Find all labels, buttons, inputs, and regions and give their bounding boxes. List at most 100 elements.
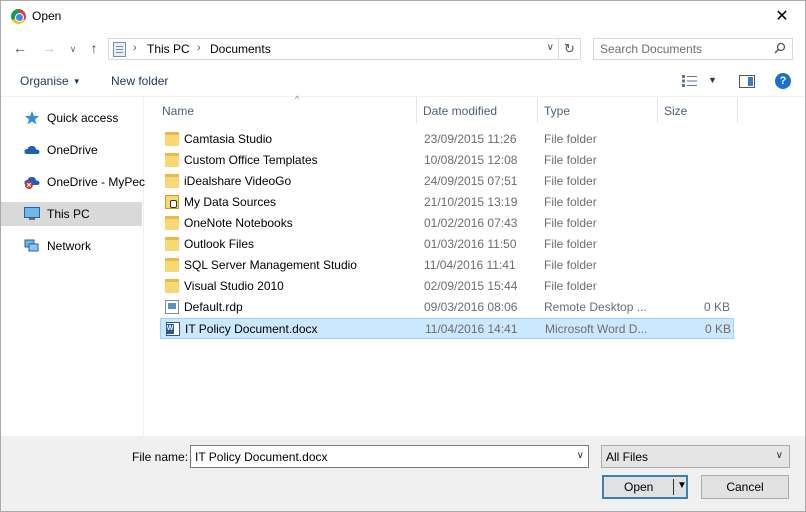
file-type: File folder	[544, 258, 597, 272]
data-sources-icon	[165, 195, 179, 209]
sidebar-item-label: This PC	[47, 207, 90, 221]
folder-icon	[165, 216, 179, 230]
cloud-icon	[24, 145, 40, 154]
file-date: 01/03/2016 11:50	[424, 237, 517, 251]
file-date: 09/03/2016 08:06	[424, 300, 518, 314]
file-type-filter-select[interactable]: All Files ∨	[601, 445, 790, 468]
table-row[interactable]: Visual Studio 2010 02/09/2015 15:44 File…	[160, 276, 734, 297]
address-dropdown-icon[interactable]: ∨	[547, 42, 554, 53]
file-name-field[interactable]	[191, 446, 561, 467]
window-title: Open	[32, 9, 62, 23]
file-name: My Data Sources	[184, 195, 277, 209]
sidebar-item-label: Quick access	[47, 111, 119, 125]
folder-icon	[165, 237, 179, 251]
caret-down-icon: ▼	[72, 77, 81, 86]
search-box[interactable]	[593, 38, 793, 60]
dialog-footer: File name: ∨ All Files ∨ Open ▼ Cancel	[1, 436, 805, 511]
table-row[interactable]: My Data Sources 21/10/2015 13:19 File fo…	[160, 192, 734, 213]
file-name: IT Policy Document.docx	[185, 322, 318, 336]
back-arrow-icon[interactable]: ←	[11, 40, 29, 56]
file-type: Remote Desktop ...	[544, 300, 647, 314]
change-view-icon[interactable]	[681, 74, 699, 88]
file-name: OneNote Notebooks	[184, 216, 293, 230]
view-options-caret-icon[interactable]: ▼	[708, 75, 717, 85]
breadcrumb-documents[interactable]: Documents	[210, 42, 271, 56]
folder-icon	[165, 258, 179, 272]
folder-icon	[165, 132, 179, 146]
word-doc-icon	[166, 322, 180, 336]
file-date: 21/10/2015 13:19	[424, 195, 518, 209]
forward-arrow-icon[interactable]: →	[40, 40, 58, 56]
file-name: Camtasia Studio	[184, 132, 273, 146]
file-date: 02/09/2015 15:44	[424, 279, 518, 293]
file-type: Microsoft Word D...	[545, 322, 648, 336]
table-row[interactable]: Camtasia Studio 23/09/2015 11:26 File fo…	[160, 129, 734, 150]
file-date: 24/09/2015 07:51	[424, 174, 518, 188]
search-input[interactable]	[594, 39, 764, 59]
sidebar-item-onedrive-mypec[interactable]: OneDrive - MyPec	[1, 170, 145, 194]
table-row-selected[interactable]: IT Policy Document.docx 11/04/2016 14:41…	[160, 318, 734, 339]
help-icon[interactable]: ?	[775, 73, 791, 89]
organise-menu-button[interactable]: Organise ▼	[20, 74, 81, 88]
file-type: File folder	[544, 237, 597, 251]
cancel-button[interactable]: Cancel	[701, 475, 789, 499]
organise-label: Organise	[20, 74, 69, 88]
column-header-name[interactable]: Name ^	[156, 94, 417, 123]
search-icon[interactable]	[774, 42, 786, 54]
sort-ascending-icon: ^	[295, 94, 300, 104]
breadcrumb-chevron-icon[interactable]: ›	[197, 42, 201, 54]
cloud-error-icon	[24, 176, 40, 189]
navigation-pane: Quick access OneDrive OneDrive - MyPec T…	[1, 97, 145, 436]
file-name-combobox[interactable]: ∨	[190, 445, 589, 468]
file-type: File folder	[544, 153, 597, 167]
column-header-type[interactable]: Type	[538, 97, 658, 123]
file-name: Visual Studio 2010	[184, 279, 284, 293]
column-header-label: Name	[162, 104, 195, 118]
table-row[interactable]: iDealshare VideoGo 24/09/2015 07:51 File…	[160, 171, 734, 192]
file-name: iDealshare VideoGo	[184, 174, 292, 188]
table-row[interactable]: SQL Server Management Studio 11/04/2016 …	[160, 255, 734, 276]
file-size: 0 KB	[703, 300, 730, 314]
column-header-size[interactable]: Size	[658, 97, 738, 123]
breadcrumb-chevron-icon[interactable]: ›	[133, 42, 137, 54]
split-divider	[673, 479, 674, 495]
recent-locations-chevron-icon[interactable]: ∨	[64, 44, 82, 55]
breadcrumb-this-pc[interactable]: This PC	[147, 42, 190, 56]
column-header-label: Type	[544, 104, 571, 118]
title-bar: Open ✕	[1, 1, 805, 32]
column-header-date-modified[interactable]: Date modified	[417, 97, 538, 123]
table-row[interactable]: Custom Office Templates 10/08/2015 12:08…	[160, 150, 734, 171]
table-row[interactable]: Outlook Files 01/03/2016 11:50 File fold…	[160, 234, 734, 255]
command-bar: Organise ▼ New folder ▼ ?	[1, 65, 805, 97]
sidebar-item-quick-access[interactable]: Quick access	[1, 106, 142, 130]
open-options-caret-icon[interactable]: ▼	[677, 480, 687, 491]
file-size: 0 KB	[704, 322, 731, 336]
file-type: File folder	[544, 216, 597, 230]
file-list: Name ^ Date modified Type Size Camtasia …	[144, 94, 805, 436]
file-type: File folder	[544, 279, 597, 293]
close-button[interactable]: ✕	[759, 1, 805, 32]
up-arrow-icon[interactable]: ↑	[85, 40, 103, 56]
folder-icon	[165, 174, 179, 188]
chrome-icon	[11, 9, 26, 24]
table-row[interactable]: OneNote Notebooks 01/02/2016 07:43 File …	[160, 213, 734, 234]
refresh-icon[interactable]: ↻	[559, 38, 581, 60]
chevron-down-icon[interactable]: ∨	[577, 450, 584, 461]
star-icon	[25, 111, 39, 125]
file-name: Custom Office Templates	[184, 153, 318, 167]
sidebar-item-this-pc[interactable]: This PC	[1, 202, 142, 226]
computer-icon	[24, 207, 40, 220]
table-row[interactable]: Default.rdp 09/03/2016 08:06 Remote Desk…	[160, 297, 734, 318]
sidebar-item-label: OneDrive	[47, 143, 98, 157]
file-name: Outlook Files	[184, 237, 255, 251]
sidebar-item-onedrive[interactable]: OneDrive	[1, 138, 142, 162]
new-folder-button[interactable]: New folder	[111, 74, 168, 88]
preview-pane-icon[interactable]	[739, 75, 755, 88]
rdp-file-icon	[165, 300, 179, 314]
file-date: 01/02/2016 07:43	[424, 216, 518, 230]
address-bar[interactable]: › This PC › Documents ∨	[108, 38, 559, 60]
column-header-label: Date modified	[423, 104, 498, 118]
open-button[interactable]: Open ▼	[602, 475, 688, 499]
folder-icon	[165, 279, 179, 293]
sidebar-item-network[interactable]: Network	[1, 234, 142, 258]
